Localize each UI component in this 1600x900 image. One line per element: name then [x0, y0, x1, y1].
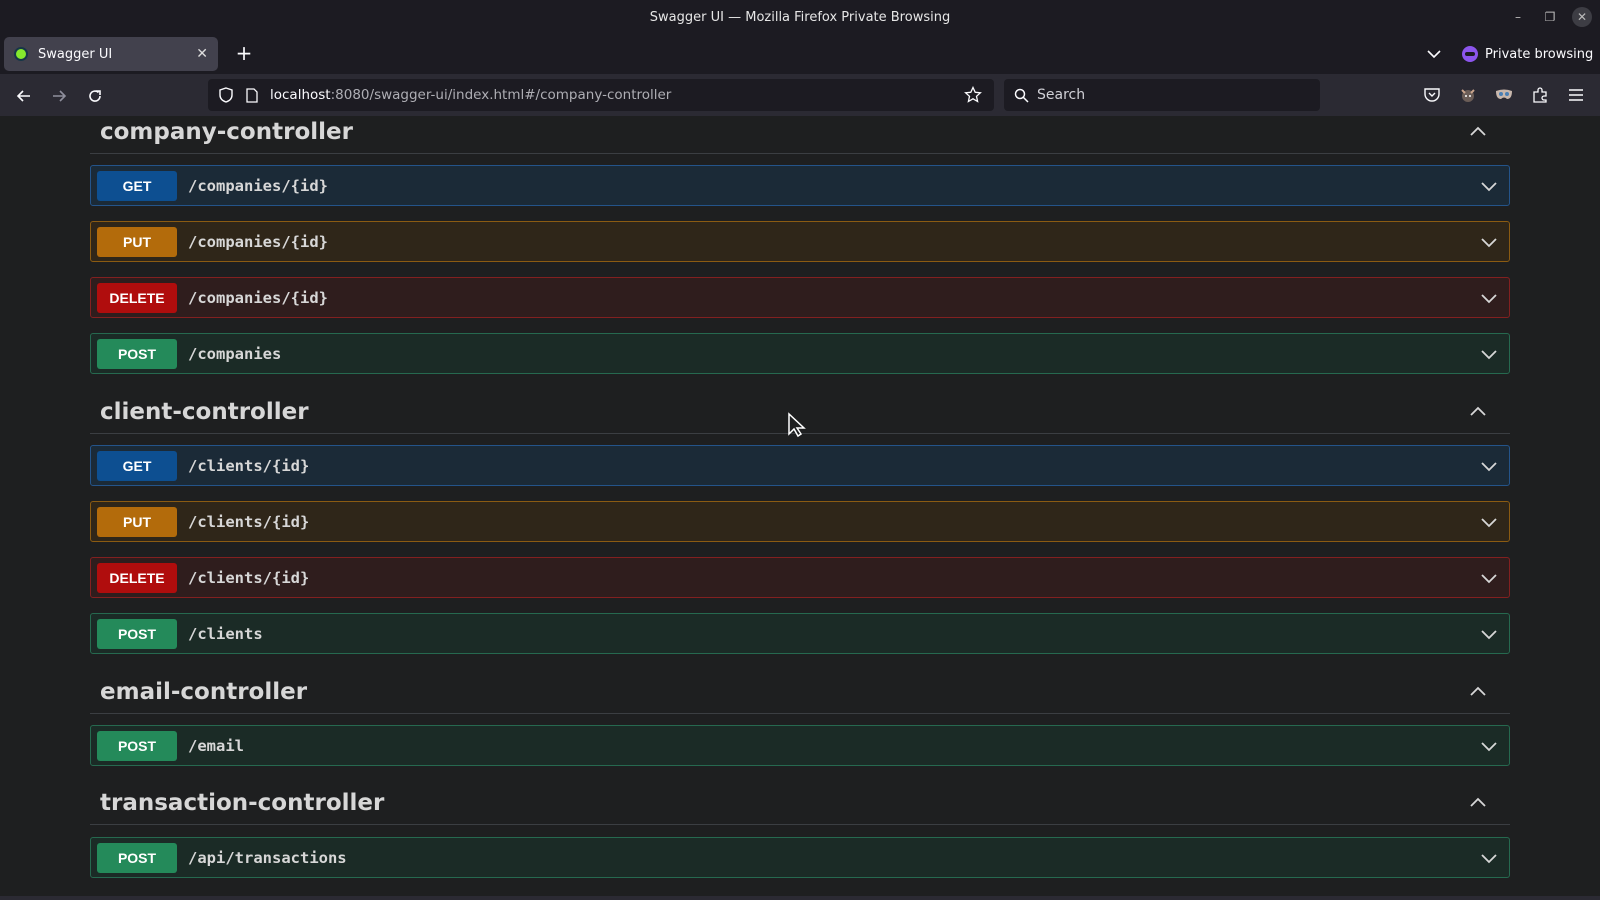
method-badge: POST: [97, 338, 177, 369]
method-badge: DELETE: [97, 282, 177, 313]
chevron-down-icon[interactable]: [1479, 456, 1499, 476]
chevron-down-icon[interactable]: [1479, 344, 1499, 364]
chevron-down-icon[interactable]: [1479, 232, 1499, 252]
operation-get-companies-id[interactable]: GET /companies/{id}: [90, 165, 1510, 206]
forward-button[interactable]: [46, 83, 72, 109]
operation-path: /clients/{id}: [188, 512, 310, 531]
section-title: email-controller: [100, 678, 308, 705]
navigation-toolbar: localhost:8080/swagger-ui/index.html#/co…: [0, 74, 1600, 116]
hamburger-menu-icon[interactable]: [1566, 85, 1586, 105]
method-badge: POST: [97, 730, 177, 761]
section-transaction-controller[interactable]: transaction-controller: [90, 781, 1510, 825]
section-company-controller[interactable]: company-controller: [90, 116, 1510, 154]
chevron-up-icon[interactable]: [1468, 402, 1488, 422]
tab-strip: Swagger UI ✕ + Private browsing: [0, 34, 1600, 74]
section-email-controller[interactable]: email-controller: [90, 670, 1510, 714]
operation-delete-companies-id[interactable]: DELETE /companies/{id}: [90, 277, 1510, 318]
section-title: transaction-controller: [100, 789, 385, 816]
window-titlebar: Swagger UI — Mozilla Firefox Private Bro…: [0, 0, 1600, 34]
chevron-down-icon[interactable]: [1479, 176, 1499, 196]
arrow-left-icon: [16, 90, 30, 102]
method-badge: POST: [97, 618, 177, 649]
close-window-icon[interactable]: ✕: [1572, 7, 1592, 27]
search-bar[interactable]: Search: [1004, 79, 1320, 111]
minimize-icon[interactable]: –: [1508, 7, 1528, 27]
chevron-up-icon[interactable]: [1468, 682, 1488, 702]
private-browsing-mask-icon: [1462, 46, 1478, 62]
tab-label: Swagger UI: [38, 46, 113, 62]
operation-delete-clients-id[interactable]: DELETE /clients/{id}: [90, 557, 1510, 598]
operation-post-api-transactions[interactable]: POST /api/transactions: [90, 837, 1510, 878]
private-browsing-indicator: Private browsing: [1462, 44, 1593, 64]
swagger-page: company-controller GET /companies/{id} P…: [0, 116, 1600, 900]
chevron-down-icon[interactable]: [1479, 512, 1499, 532]
new-tab-button[interactable]: +: [232, 42, 256, 66]
url-bar[interactable]: localhost:8080/swagger-ui/index.html#/co…: [208, 79, 994, 111]
operation-put-companies-id[interactable]: PUT /companies/{id}: [90, 221, 1510, 262]
chevron-down-icon[interactable]: [1479, 848, 1499, 868]
extension-mask-icon[interactable]: [1494, 85, 1514, 105]
reload-icon: [89, 90, 101, 102]
method-badge: POST: [97, 842, 177, 873]
method-badge: PUT: [97, 226, 177, 257]
chevron-down-icon[interactable]: [1479, 624, 1499, 644]
operation-path: /companies/{id}: [188, 232, 328, 251]
tab-list-chevron-down-icon[interactable]: [1424, 44, 1444, 64]
arrow-right-icon: [53, 90, 67, 102]
operation-path: /clients/{id}: [188, 456, 310, 475]
chevron-down-icon[interactable]: [1479, 568, 1499, 588]
tab-swagger-ui[interactable]: Swagger UI ✕: [4, 37, 218, 71]
extension-fox-icon[interactable]: [1458, 85, 1478, 105]
chevron-up-icon[interactable]: [1468, 793, 1488, 813]
section-title: company-controller: [100, 118, 353, 145]
chevron-down-icon[interactable]: [1479, 288, 1499, 308]
url-host: localhost: [270, 87, 331, 103]
operation-path: /clients: [188, 624, 263, 643]
search-icon: [1014, 88, 1029, 103]
operation-post-clients[interactable]: POST /clients: [90, 613, 1510, 654]
pocket-icon[interactable]: [1422, 85, 1442, 105]
method-badge: GET: [97, 170, 177, 201]
method-badge: PUT: [97, 506, 177, 537]
operation-path: /companies/{id}: [188, 176, 328, 195]
swagger-favicon-icon: [14, 47, 28, 61]
maximize-icon[interactable]: ❐: [1540, 7, 1560, 27]
chevron-up-icon[interactable]: [1468, 122, 1488, 142]
operation-path: /companies: [188, 344, 282, 363]
url-text: localhost:8080/swagger-ui/index.html#/co…: [270, 87, 671, 103]
operation-put-clients-id[interactable]: PUT /clients/{id}: [90, 501, 1510, 542]
search-placeholder: Search: [1037, 87, 1086, 103]
mouse-cursor-icon: [786, 412, 810, 438]
close-tab-icon[interactable]: ✕: [196, 46, 208, 62]
operation-path: /companies/{id}: [188, 288, 328, 307]
operation-path: /email: [188, 736, 244, 755]
reload-button[interactable]: [82, 83, 108, 109]
operation-post-email[interactable]: POST /email: [90, 725, 1510, 766]
extensions-puzzle-icon[interactable]: [1530, 85, 1550, 105]
bookmark-star-icon[interactable]: [964, 85, 982, 104]
method-badge: GET: [97, 450, 177, 481]
operation-path: /api/transactions: [188, 848, 347, 867]
operation-path: /clients/{id}: [188, 568, 310, 587]
page-info-icon[interactable]: [244, 87, 260, 103]
page-bottom-edge: [0, 896, 1600, 900]
back-button[interactable]: [11, 83, 37, 109]
method-badge: DELETE: [97, 562, 177, 593]
section-title: client-controller: [100, 398, 309, 425]
tracking-protection-shield-icon[interactable]: [218, 87, 234, 103]
operation-post-companies[interactable]: POST /companies: [90, 333, 1510, 374]
url-path: :8080/swagger-ui/index.html#/company-con…: [330, 87, 672, 103]
operation-get-clients-id[interactable]: GET /clients/{id}: [90, 445, 1510, 486]
private-browsing-label: Private browsing: [1485, 46, 1594, 62]
chevron-down-icon[interactable]: [1479, 736, 1499, 756]
window-title: Swagger UI — Mozilla Firefox Private Bro…: [649, 9, 951, 25]
